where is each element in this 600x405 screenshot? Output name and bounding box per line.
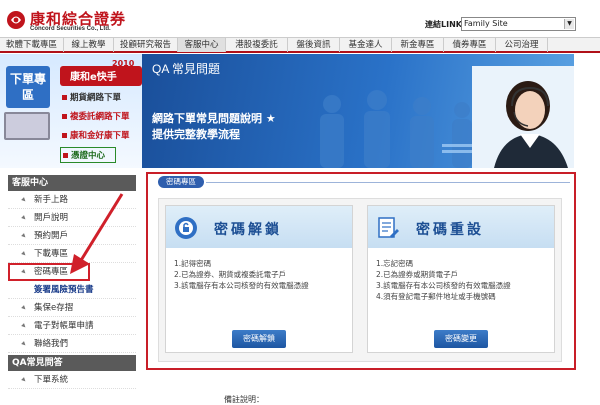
- qa-banner-title: QA 常見問題: [152, 62, 221, 76]
- nav-item-bond[interactable]: 債券專區: [444, 38, 496, 52]
- list-item: 2.已為證券或期貨電子戶: [376, 270, 459, 279]
- sidebar-item-e-statement[interactable]: 電子對帳單申請: [8, 317, 136, 335]
- order-zone-title: 下單專區: [6, 66, 50, 108]
- password-panels: 密碼解鎖 1.記得密碼 2.已為證券、期貨或複委託電子戶 3.該電腦存有本公司核…: [158, 198, 562, 362]
- unlock-title: 密碼解鎖: [214, 222, 282, 238]
- reset-conditions: 1.忘記密碼 2.已為證券或期貨電子戶 3.該電腦存有本公司核發的有效電腦憑證 …: [376, 258, 554, 302]
- qa-banner: QA 常見問題 網路下單常見問題說明 ★ 提供完整教學流程: [142, 54, 574, 168]
- sidebar-item-e-passbook[interactable]: 集保e存摺: [8, 299, 136, 317]
- nav-item-new-gold[interactable]: 新金專區: [392, 38, 444, 52]
- link-label: 連結LINK: [425, 20, 462, 29]
- menu-futures-order[interactable]: 期貨網路下單: [60, 90, 142, 106]
- laptop-icon: [4, 112, 50, 140]
- reset-panel-header: 密碼重設: [368, 206, 554, 248]
- sidebar-item-risk-notice[interactable]: 簽署風險預告書: [8, 281, 136, 299]
- list-item: 3.該電腦存有本公司核發的有效電腦憑證: [376, 281, 511, 290]
- service-agent-image: [472, 66, 574, 168]
- chevron-down-icon[interactable]: ▼: [564, 19, 574, 29]
- menu-cert-center[interactable]: 憑證中心: [60, 147, 116, 163]
- reset-panel: 密碼重設 1.忘記密碼 2.已為證券或期貨電子戶 3.該電腦存有本公司核發的有效…: [367, 205, 555, 353]
- list-item: 4.須有登記電子郵件地址或手機號碼: [376, 292, 496, 301]
- banner-headline: 網路下單常見問題說明 ★: [152, 112, 276, 125]
- nav-item-research-report[interactable]: 投顧研究報告: [114, 38, 178, 52]
- list-item: 1.記得密碼: [174, 259, 212, 268]
- family-site-value: Family Site: [464, 19, 508, 28]
- nav-item-software-download[interactable]: 軟體下載專區: [0, 38, 64, 52]
- site-header: 康和綜合證券 Concord Securities Co., Ltd. 連結LI…: [0, 0, 600, 36]
- people-silhouettes: [320, 90, 482, 168]
- remark-label: 備註說明：: [224, 395, 264, 404]
- annotation-arrow: [70, 193, 124, 274]
- menu-golden-order[interactable]: 康和金好康下單: [60, 128, 142, 144]
- unlock-panel-header: 密碼解鎖: [166, 206, 352, 248]
- concord-logo-icon[interactable]: [6, 10, 26, 30]
- e-kuaishou-logo: 康和e快手 2010: [60, 59, 142, 86]
- nav-item-hk-stock[interactable]: 港股複委託: [226, 38, 288, 52]
- unlock-icon: [175, 217, 197, 239]
- document-edit-icon: [378, 217, 399, 238]
- sidebar-heading-qa: QA常見問答: [8, 355, 136, 371]
- main-content: 密碼專區 密碼解鎖 1.記得密碼 2.已為證券、期貨或複委託電子戶 3.該電腦存…: [146, 172, 576, 404]
- nav-item-after-hours[interactable]: 盤後資訊: [288, 38, 340, 52]
- logo-text-en: Concord Securities Co., Ltd.: [30, 26, 111, 32]
- banner-subline: 提供完整教學流程: [152, 128, 240, 141]
- e-kuaishou-logo-year: 2010: [112, 59, 135, 68]
- nav-item-online-tutorial[interactable]: 線上教學: [64, 38, 114, 52]
- unlock-conditions: 1.記得密碼 2.已為證券、期貨或複委託電子戶 3.該電腦存有本公司核發的有效電…: [174, 258, 352, 291]
- sidebar-item-order-system[interactable]: 下單系統: [8, 371, 136, 389]
- order-zone-panel: 下單專區 康和e快手 2010 期貨網路下單 複委託網路下單 康和金好康下單 憑…: [0, 54, 142, 168]
- menu-sub-brokerage-order[interactable]: 複委託網路下單: [60, 109, 142, 125]
- divider: [206, 182, 570, 183]
- nav-item-fund-expert[interactable]: 基金達人: [340, 38, 392, 52]
- family-site-select[interactable]: Family Site ▼: [461, 17, 576, 31]
- list-item: 1.忘記密碼: [376, 259, 414, 268]
- change-password-button[interactable]: 密碼變更: [434, 330, 488, 348]
- nav-item-customer-service[interactable]: 客服中心: [178, 38, 226, 52]
- unlock-password-button[interactable]: 密碼解鎖: [232, 330, 286, 348]
- order-menu: 期貨網路下單 複委託網路下單 康和金好康下單 憑證中心: [60, 90, 142, 166]
- reset-title: 密碼重設: [416, 222, 484, 238]
- e-kuaishou-logo-text: 康和e快手: [70, 70, 117, 83]
- main-nav: 軟體下載專區 線上教學 投顧研究報告 客服中心 港股複委託 盤後資訊 基金達人 …: [0, 37, 600, 53]
- nav-item-governance[interactable]: 公司治理: [496, 38, 548, 52]
- sidebar-item-contact[interactable]: 聯絡我們: [8, 335, 136, 353]
- section-tag: 密碼專區: [158, 176, 204, 188]
- list-item: 2.已為證券、期貨或複委託電子戶: [174, 270, 287, 279]
- unlock-panel: 密碼解鎖 1.記得密碼 2.已為證券、期貨或複委託電子戶 3.該電腦存有本公司核…: [165, 205, 353, 353]
- banner: 下單專區 康和e快手 2010 期貨網路下單 複委託網路下單 康和金好康下單 憑…: [0, 54, 574, 168]
- list-item: 3.該電腦存有本公司核發的有效電腦憑證: [174, 281, 309, 290]
